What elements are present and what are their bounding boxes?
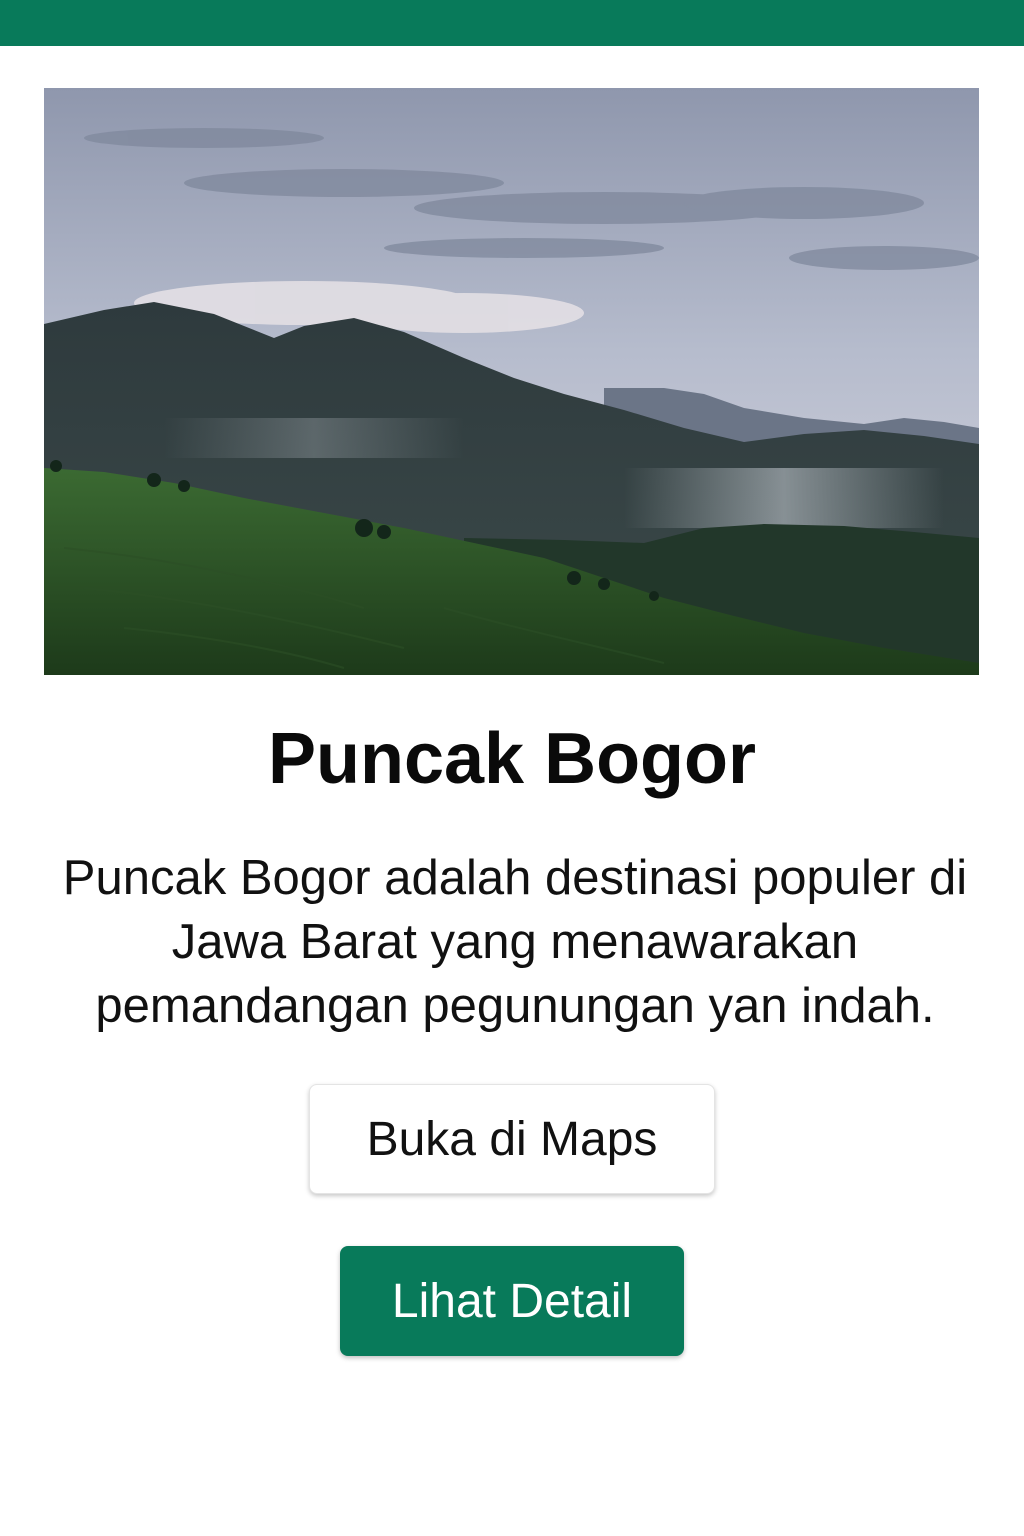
view-detail-button[interactable]: Lihat Detail (340, 1246, 684, 1356)
destination-photo (44, 88, 979, 675)
app-header-bar (0, 0, 1024, 46)
destination-title: Puncak Bogor (267, 719, 757, 799)
open-in-maps-button[interactable]: Buka di Maps (309, 1084, 715, 1194)
destination-description: Puncak Bogor adalah destinasi populer di… (62, 851, 968, 1033)
